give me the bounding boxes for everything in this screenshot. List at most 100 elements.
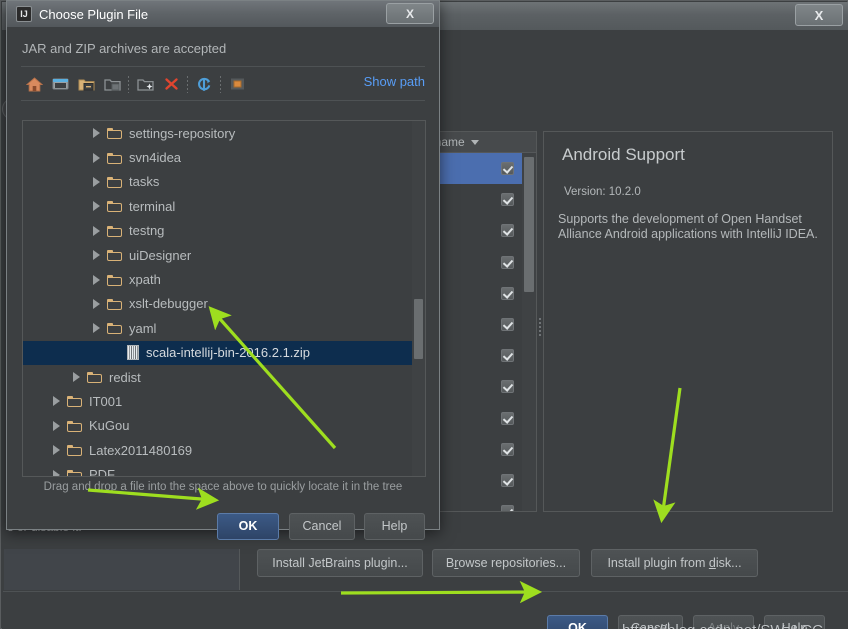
hide-path-icon[interactable]: [224, 72, 250, 96]
folder-icon: [107, 127, 122, 140]
install-jetbrains-plugin-button[interactable]: Install JetBrains plugin...: [257, 549, 423, 577]
delete-icon[interactable]: [158, 72, 184, 96]
settings-apply-button[interactable]: Apply: [693, 615, 754, 629]
folder-icon: [67, 444, 82, 457]
project-folder-icon[interactable]: [73, 72, 99, 96]
expand-triangle-icon[interactable]: [73, 372, 80, 383]
file-tree-row[interactable]: xslt-debugger: [23, 292, 412, 316]
file-tree-panel[interactable]: settings-repository svn4idea tasks terminal…: [22, 120, 426, 477]
settings-tree-panel: [4, 549, 240, 590]
expand-triangle-icon[interactable]: [93, 225, 100, 236]
dialog-body: JAR and ZIP archives are accepted Show p…: [7, 27, 439, 540]
install-plugin-from-disk-button[interactable]: Install plugin from disk...: [591, 549, 758, 577]
file-tree-row[interactable]: IT001: [23, 389, 412, 413]
folder-icon: [87, 371, 102, 384]
folder-icon: [107, 176, 122, 188]
expand-triangle-icon[interactable]: [53, 396, 60, 407]
plugin-enabled-checkbox[interactable]: [501, 349, 514, 363]
plugin-enabled-checkbox[interactable]: [501, 224, 514, 238]
chevron-down-icon: [470, 139, 479, 145]
drag-drop-hint: Drag and drop a file into the space abov…: [43, 481, 403, 493]
dialog-subtitle: JAR and ZIP archives are accepted: [22, 41, 227, 56]
plugin-enabled-checkbox[interactable]: [501, 162, 514, 176]
browse-repositories-button[interactable]: Browse repositories...: [432, 549, 580, 577]
plugins-window-close-button[interactable]: X: [795, 4, 843, 26]
folder-icon: [107, 322, 122, 335]
dialog-close-button[interactable]: X: [386, 3, 434, 24]
expand-triangle-icon[interactable]: [93, 323, 100, 334]
expand-triangle-icon[interactable]: [93, 152, 100, 163]
expand-triangle-icon[interactable]: [53, 469, 60, 476]
plugin-enabled-checkbox[interactable]: [501, 505, 514, 511]
file-tree-scroll-thumb[interactable]: [414, 299, 423, 359]
settings-help-button[interactable]: Help: [764, 615, 825, 629]
file-tree-row[interactable]: testng: [23, 219, 412, 243]
file-tree-label: redist: [109, 369, 141, 385]
folder-icon: [107, 225, 122, 237]
dialog-title: Choose Plugin File: [39, 6, 149, 22]
expand-triangle-icon[interactable]: [53, 445, 60, 456]
dialog-toolbar: Show path: [21, 71, 425, 97]
plugin-enabled-checkbox[interactable]: [501, 286, 514, 300]
settings-cancel-button[interactable]: Cancel: [618, 615, 683, 629]
dialog-cancel-button[interactable]: Cancel: [289, 513, 355, 540]
file-tree-row[interactable]: uiDesigner: [23, 243, 412, 267]
desktop-icon[interactable]: [47, 72, 73, 96]
choose-plugin-file-dialog: IJ Choose Plugin File X JAR and ZIP arch…: [6, 0, 440, 540]
plugin-enabled-checkbox[interactable]: [501, 380, 514, 394]
plugin-enabled-checkbox[interactable]: [501, 411, 514, 425]
file-tree-row[interactable]: settings-repository: [23, 121, 412, 145]
file-tree-label: tasks: [129, 174, 160, 190]
plugin-list-scrollbar[interactable]: [522, 153, 536, 511]
expand-triangle-icon[interactable]: [93, 176, 100, 187]
plugin-enabled-checkbox[interactable]: [501, 318, 514, 332]
file-tree-label: IT001: [89, 393, 123, 409]
dialog-ok-button[interactable]: OK: [217, 513, 279, 540]
expand-triangle-icon[interactable]: [93, 274, 100, 285]
file-tree-row[interactable]: redist: [23, 365, 412, 389]
refresh-icon[interactable]: [191, 72, 217, 96]
plugin-enabled-checkbox[interactable]: [501, 442, 514, 456]
show-path-link[interactable]: Show path: [364, 74, 425, 89]
expand-triangle-icon[interactable]: [93, 201, 100, 212]
new-folder-icon[interactable]: [132, 72, 158, 96]
file-tree-row[interactable]: PDF: [23, 462, 412, 476]
plugin-enabled-checkbox[interactable]: [501, 473, 514, 487]
file-tree-row[interactable]: xpath: [23, 267, 412, 291]
expand-triangle-icon[interactable]: [93, 298, 100, 309]
toolbar-divider: [220, 75, 221, 93]
folder-icon: [67, 395, 82, 408]
file-tree-row[interactable]: terminal: [23, 194, 412, 218]
install-from-disk-accel: d: [708, 556, 716, 570]
file-tree-scrollbar[interactable]: [412, 121, 425, 476]
dialog-divider-bottom: [21, 100, 425, 101]
intellij-idea-icon: IJ: [16, 6, 32, 22]
toolbar-divider: [128, 75, 129, 93]
file-tree-row[interactable]: Latex2011480169: [23, 438, 412, 462]
install-from-disk-label-post: isk...: [715, 556, 742, 570]
plugin-detail-title: Android Support: [562, 145, 685, 164]
folder-icon: [107, 200, 122, 213]
expand-triangle-icon[interactable]: [93, 128, 100, 139]
file-tree-label: scala-intellij-bin-2016.2.1.zip: [146, 345, 311, 361]
file-tree-label: KuGou: [89, 418, 130, 434]
home-icon[interactable]: [21, 72, 47, 96]
file-tree-label: xpath: [129, 272, 161, 288]
expand-triangle-icon[interactable]: [93, 250, 100, 261]
file-tree-row[interactable]: yaml: [23, 316, 412, 340]
folder-icon: [107, 298, 122, 310]
dialog-help-button[interactable]: Help: [364, 513, 425, 540]
expand-triangle-icon[interactable]: [53, 420, 60, 431]
plugin-enabled-checkbox[interactable]: [501, 193, 514, 207]
file-tree-row[interactable]: svn4idea: [23, 145, 412, 169]
file-tree-rows[interactable]: settings-repository svn4idea tasks terminal…: [23, 121, 412, 476]
file-tree-row[interactable]: tasks: [23, 170, 412, 194]
file-tree-label: testng: [129, 223, 165, 239]
file-tree-row-selected[interactable]: scala-intellij-bin-2016.2.1.zip: [23, 340, 412, 365]
file-tree-row[interactable]: KuGou: [23, 414, 412, 438]
browse-repositories-label-post: owse repositories...: [458, 556, 567, 570]
plugin-enabled-checkbox[interactable]: [501, 255, 514, 269]
plugin-list-scroll-thumb[interactable]: [524, 157, 534, 292]
module-folder-icon[interactable]: [99, 72, 125, 96]
settings-ok-button[interactable]: OK: [547, 615, 608, 629]
